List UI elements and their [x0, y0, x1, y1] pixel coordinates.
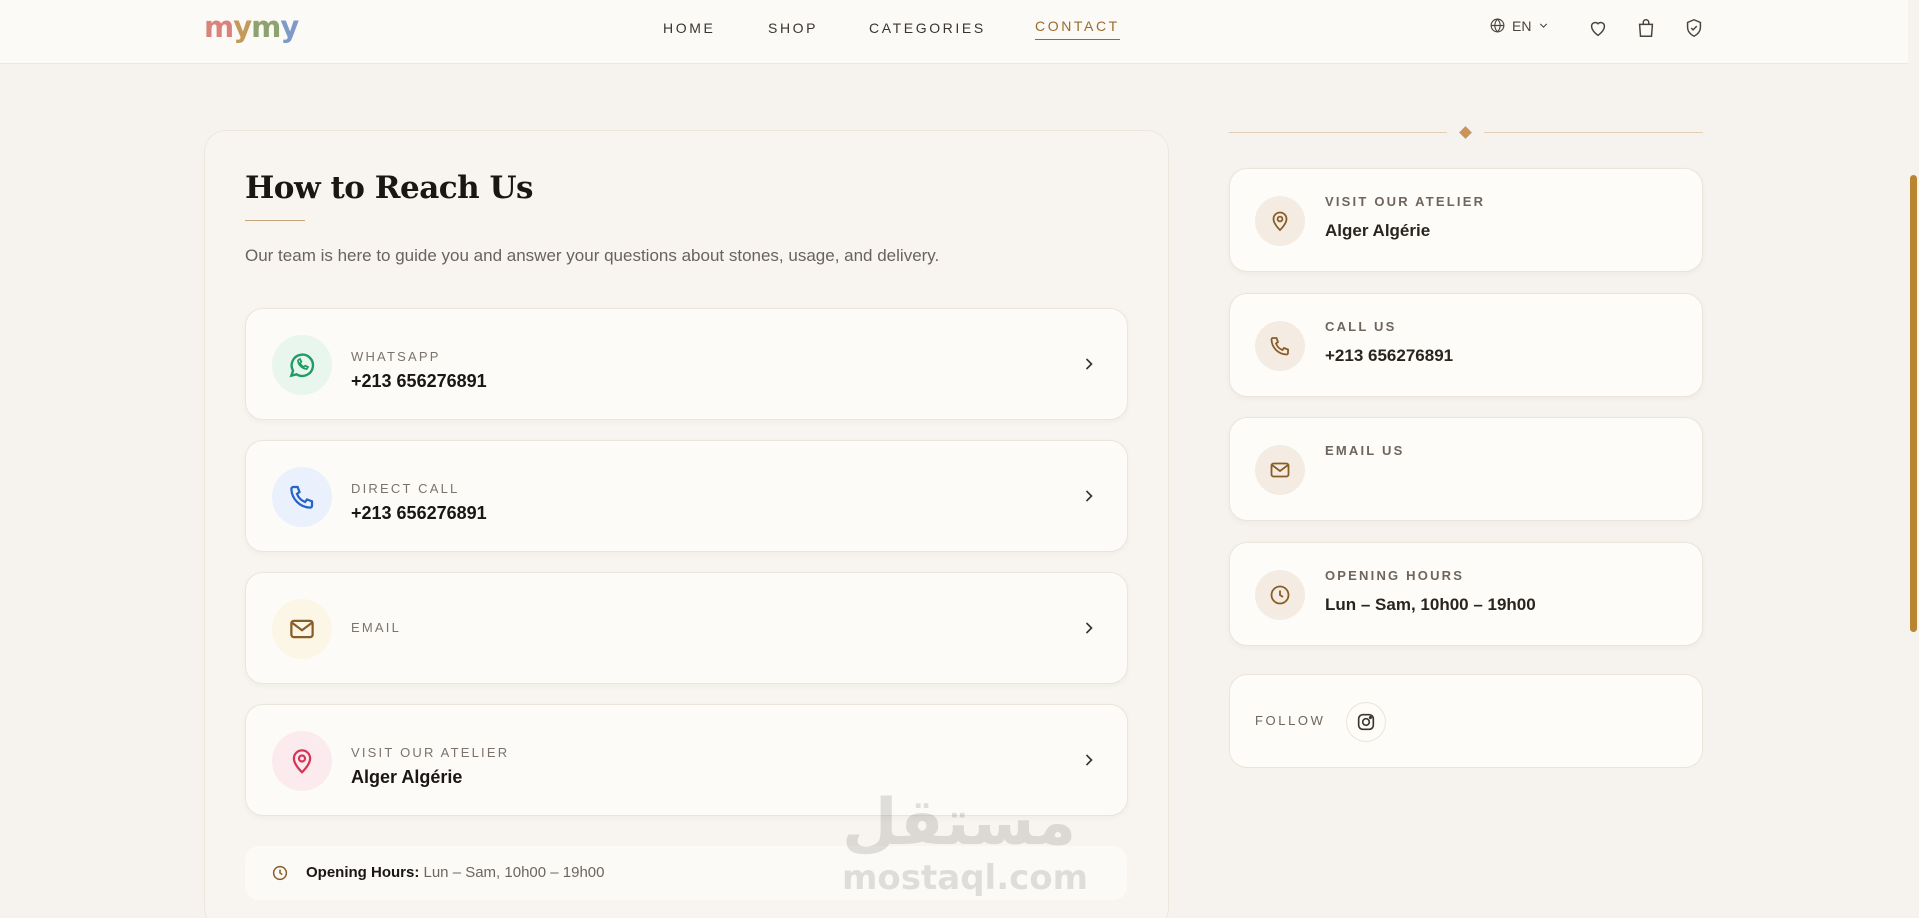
globe-icon — [1489, 17, 1506, 34]
page-title: How to Reach Us — [245, 170, 534, 206]
direct-call-label: DIRECT CALL — [351, 481, 460, 496]
info-value[interactable]: +213 656276891 — [1325, 346, 1453, 366]
location-pin-icon — [1255, 196, 1305, 246]
mail-icon — [1255, 445, 1305, 495]
follow-label: FOLLOW — [1255, 713, 1326, 728]
info-label: EMAIL US — [1325, 443, 1405, 458]
nav-contact[interactable]: CONTACT — [1035, 18, 1120, 40]
whatsapp-label: WHATSAPP — [351, 349, 441, 364]
direct-call-card[interactable]: DIRECT CALL +213 656276891 — [245, 440, 1128, 552]
nav-shop[interactable]: SHOP — [768, 20, 818, 36]
heart-icon[interactable] — [1587, 17, 1609, 39]
whatsapp-icon — [272, 335, 332, 395]
watermark-latin: mostaql.com — [842, 858, 1089, 898]
instagram-icon[interactable] — [1346, 702, 1386, 742]
info-label: VISIT OUR ATELIER — [1325, 194, 1486, 209]
chevron-right-icon — [1079, 750, 1099, 770]
opening-hours-text: Opening Hours: Lun – Sam, 10h00 – 19h00 — [306, 864, 604, 881]
clock-icon — [271, 864, 289, 887]
ornament-line-right — [1484, 132, 1703, 133]
page-subtitle: Our team is here to guide you and answer… — [245, 246, 940, 265]
follow-card: FOLLOW — [1229, 674, 1703, 768]
info-value: Lun – Sam, 10h00 – 19h00 — [1325, 595, 1536, 614]
nav-home[interactable]: HOME — [663, 20, 715, 36]
chevron-right-icon — [1079, 618, 1099, 638]
info-label: OPENING HOURS — [1325, 568, 1465, 583]
chevron-right-icon — [1079, 486, 1099, 506]
info-card-atelier: VISIT OUR ATELIER Alger Algérie — [1229, 168, 1703, 272]
watermark-arabic: مستقل — [842, 786, 1077, 860]
language-selector[interactable]: EN — [1489, 17, 1550, 34]
shopping-bag-icon[interactable] — [1635, 17, 1657, 39]
email-card[interactable]: EMAIL — [245, 572, 1128, 684]
chevron-right-icon — [1079, 354, 1099, 374]
whatsapp-number: +213 656276891 — [351, 371, 487, 391]
whatsapp-card[interactable]: WHATSAPP +213 656276891 — [245, 308, 1128, 420]
info-card-email: EMAIL US — [1229, 417, 1703, 521]
mostaql-watermark: مستقل mostaql.com — [842, 786, 1089, 904]
mail-icon — [272, 599, 332, 659]
phone-icon — [272, 467, 332, 527]
language-label: EN — [1512, 17, 1532, 34]
clock-icon — [1255, 570, 1305, 620]
info-card-call: CALL US +213 656276891 — [1229, 293, 1703, 397]
scrollbar-thumb[interactable] — [1910, 175, 1917, 632]
nav-categories[interactable]: CATEGORIES — [869, 20, 986, 36]
direct-call-number: +213 656276891 — [351, 503, 487, 523]
opening-hours-value: Lun – Sam, 10h00 – 19h00 — [423, 864, 605, 881]
shield-check-icon[interactable] — [1683, 17, 1705, 39]
atelier-address: Alger Algérie — [351, 767, 463, 787]
ornament-line-left — [1229, 132, 1447, 133]
brand-logo[interactable]: mymy — [204, 10, 299, 44]
info-card-hours: OPENING HOURS Lun – Sam, 10h00 – 19h00 — [1229, 542, 1703, 646]
ornament-diamond — [1459, 126, 1472, 139]
chevron-down-icon — [1537, 19, 1550, 32]
phone-icon — [1255, 321, 1305, 371]
location-pin-icon — [272, 731, 332, 791]
email-label: EMAIL — [351, 620, 402, 635]
atelier-label: VISIT OUR ATELIER — [351, 745, 510, 760]
title-underline — [245, 220, 305, 221]
opening-hours-label: Opening Hours: — [306, 864, 420, 881]
site-header: mymy HOME SHOP CATEGORIES CONTACT EN — [0, 0, 1919, 64]
info-value: Alger Algérie — [1325, 221, 1431, 240]
info-label: CALL US — [1325, 319, 1397, 334]
